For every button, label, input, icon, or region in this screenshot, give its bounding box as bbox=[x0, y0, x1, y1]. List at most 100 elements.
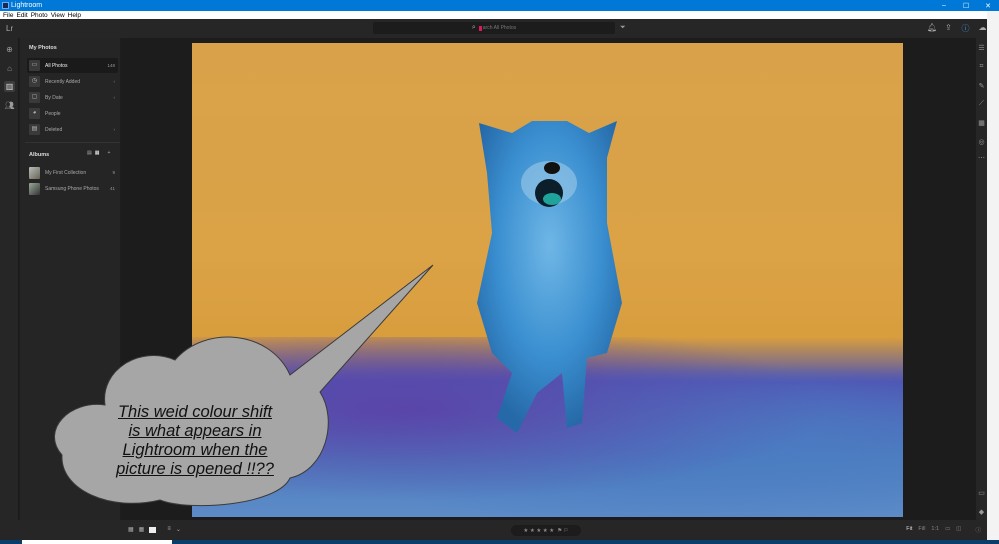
sidebar-item-all-photos[interactable]: ▭ All Photos 148 bbox=[27, 58, 118, 73]
menu-edit[interactable]: Edit bbox=[16, 12, 27, 19]
menu-photo[interactable]: Photo bbox=[31, 12, 48, 19]
compare-icon[interactable]: ◫ bbox=[956, 526, 961, 534]
sidebar-item-by-date[interactable]: ▢ By Date ‹ bbox=[27, 90, 118, 105]
add-photos-icon[interactable]: ⊕ bbox=[4, 44, 15, 55]
menu-bar: File Edit Photo View Help bbox=[0, 11, 987, 19]
star-rating[interactable]: ★ ★ ★ ★ ★ bbox=[523, 528, 554, 534]
annotation-text: This weid colour shift is what appears i… bbox=[100, 403, 290, 479]
photo-icon: ▭ bbox=[29, 60, 40, 71]
bottom-toolbar: ▦ ▦ ≡ ⌄ ★ ★ ★ ★ ★ ⚑ ⚐ Fit Fill 1:1 ▭ ◫ ⓘ bbox=[121, 520, 987, 540]
album-count: 41 bbox=[109, 186, 115, 191]
expand-chevron-icon[interactable]: ‹ bbox=[114, 79, 116, 84]
filter-icon[interactable]: ⏷ bbox=[620, 24, 626, 32]
add-album-button[interactable]: + bbox=[107, 150, 110, 156]
bell-icon[interactable]: 🔔︎ bbox=[927, 23, 937, 34]
right-rail: ☰ ⌗ ✎ ⟋ ▦ ◎ ⋯ ▭ ◆ bbox=[976, 38, 987, 520]
maximize-button[interactable]: ☐ bbox=[955, 2, 977, 10]
text-cursor bbox=[478, 25, 482, 31]
photo-dog bbox=[477, 121, 622, 433]
albums-title: Albums bbox=[29, 152, 50, 158]
trash-icon: ▤ bbox=[29, 124, 40, 135]
title-bar: Lightroom – ☐ ✕ bbox=[0, 0, 999, 11]
comment-icon[interactable]: ▭ bbox=[976, 489, 987, 497]
taskbar bbox=[0, 540, 999, 544]
zoom-fill-button[interactable]: Fill bbox=[918, 526, 925, 534]
sidebar-item-label: People bbox=[45, 110, 61, 117]
help-icon[interactable]: ⓘ bbox=[961, 23, 970, 34]
album-count: 9 bbox=[112, 170, 115, 175]
annotation-line: This weid colour shift bbox=[117, 403, 273, 421]
album-label: Samsung Phone Photos bbox=[45, 185, 99, 192]
search-icon: ⌕ bbox=[471, 24, 476, 31]
cloud-sync-icon[interactable]: ☁ bbox=[978, 23, 987, 34]
library-icon[interactable]: ▥ bbox=[4, 81, 15, 92]
left-rail: ⊕ ⌂ ▥ 👥︎ bbox=[0, 38, 19, 544]
radial-gradient-icon[interactable]: ◎ bbox=[976, 138, 987, 146]
sort-icon[interactable]: ≡ bbox=[167, 526, 171, 533]
rating-flag-pill: ★ ★ ★ ★ ★ ⚑ ⚐ bbox=[511, 525, 581, 536]
crop-icon[interactable]: ⌗ bbox=[976, 63, 987, 71]
person-icon: ◕ bbox=[29, 108, 40, 119]
annotation-line: is what appears in bbox=[128, 422, 262, 440]
album-thumbnail bbox=[29, 166, 40, 179]
shared-icon[interactable]: 👥︎ bbox=[4, 100, 15, 111]
edit-sliders-icon[interactable]: ☰ bbox=[976, 44, 987, 52]
share-icon[interactable]: ⇪ bbox=[944, 23, 953, 34]
sidebar-item-label: All Photos bbox=[45, 62, 68, 69]
lr-logo: Lr bbox=[6, 24, 14, 33]
more-icon[interactable]: ⋯ bbox=[976, 154, 987, 162]
album-thumbnail bbox=[29, 182, 40, 195]
sidebar-divider bbox=[25, 142, 120, 143]
photo-grid-icon[interactable]: ▦ bbox=[139, 526, 145, 533]
flag-icons[interactable]: ⚑ ⚐ bbox=[557, 528, 568, 534]
zoom-1to1-button[interactable]: 1:1 bbox=[931, 526, 939, 534]
clock-icon: ◷ bbox=[29, 76, 40, 87]
taskbar-search-box[interactable] bbox=[22, 540, 172, 544]
list-view-icon[interactable]: ▤ bbox=[87, 150, 92, 156]
left-bottom-filler bbox=[0, 520, 121, 540]
home-icon[interactable]: ⌂ bbox=[4, 63, 15, 74]
sidebar-item-people[interactable]: ◕ People bbox=[27, 106, 118, 121]
view-mode-group: ▦ ▦ ≡ ⌄ bbox=[128, 526, 181, 533]
grid-view-icon[interactable]: ▦ bbox=[95, 150, 100, 156]
album-item[interactable]: Samsung Phone Photos 41 bbox=[27, 181, 118, 196]
zoom-fit-button[interactable]: Fit bbox=[906, 526, 912, 534]
detail-view-icon[interactable] bbox=[149, 527, 157, 533]
sidebar-item-label: By Date bbox=[45, 94, 63, 101]
tag-icon[interactable]: ◆ bbox=[976, 508, 987, 516]
info-icon[interactable]: ⓘ bbox=[975, 526, 981, 534]
sidebar-item-count: › bbox=[113, 127, 116, 132]
app-header: Lr ⌕ arch All Photos ⏷ 🔔︎ ⇪ ⓘ ☁ bbox=[0, 19, 987, 38]
search-input[interactable]: ⌕ arch All Photos bbox=[373, 22, 615, 34]
album-label: My First Collection bbox=[45, 169, 87, 176]
zoom-group: Fit Fill 1:1 ▭ ◫ ⓘ bbox=[906, 526, 981, 534]
calendar-icon: ▢ bbox=[29, 92, 40, 103]
square-grid-icon[interactable]: ▦ bbox=[128, 526, 134, 533]
header-icons: 🔔︎ ⇪ ⓘ ☁ bbox=[927, 23, 987, 34]
sidebar-item-label: Recently Added bbox=[45, 78, 81, 85]
annotation-line: Lightroom when the bbox=[122, 441, 268, 459]
sidebar-item-deleted[interactable]: ▤ Deleted › bbox=[27, 122, 118, 137]
healing-icon[interactable]: ✎ bbox=[976, 82, 987, 90]
menu-file[interactable]: File bbox=[3, 12, 13, 19]
sidebar-item-count: 148 bbox=[107, 63, 115, 68]
minimize-button[interactable]: – bbox=[933, 2, 955, 9]
menu-view[interactable]: View bbox=[51, 12, 65, 19]
close-button[interactable]: ✕ bbox=[977, 2, 999, 10]
expand-chevron-icon[interactable]: ‹ bbox=[114, 95, 116, 100]
search-text: arch All Photos bbox=[482, 25, 517, 31]
photo-image[interactable] bbox=[192, 43, 903, 517]
sort-chevron-icon[interactable]: ⌄ bbox=[176, 526, 181, 533]
annotation-line: picture is opened !!?? bbox=[116, 460, 274, 478]
sidebar-item-recently-added[interactable]: ◷ Recently Added ‹ bbox=[27, 74, 118, 89]
album-item[interactable]: My First Collection 9 bbox=[27, 165, 118, 180]
linear-gradient-icon[interactable]: ▦ bbox=[976, 119, 987, 127]
menu-help[interactable]: Help bbox=[68, 12, 81, 19]
album-view-toggle: ▤ ▦ + bbox=[87, 150, 110, 156]
filmstrip-icon[interactable]: ▭ bbox=[945, 526, 950, 534]
my-photos-title: My Photos bbox=[29, 45, 57, 51]
window-title: Lightroom bbox=[11, 2, 43, 9]
sidebar-item-label: Deleted bbox=[45, 126, 63, 133]
brush-icon[interactable]: ⟋ bbox=[976, 100, 987, 108]
background-window-strip bbox=[987, 11, 999, 544]
